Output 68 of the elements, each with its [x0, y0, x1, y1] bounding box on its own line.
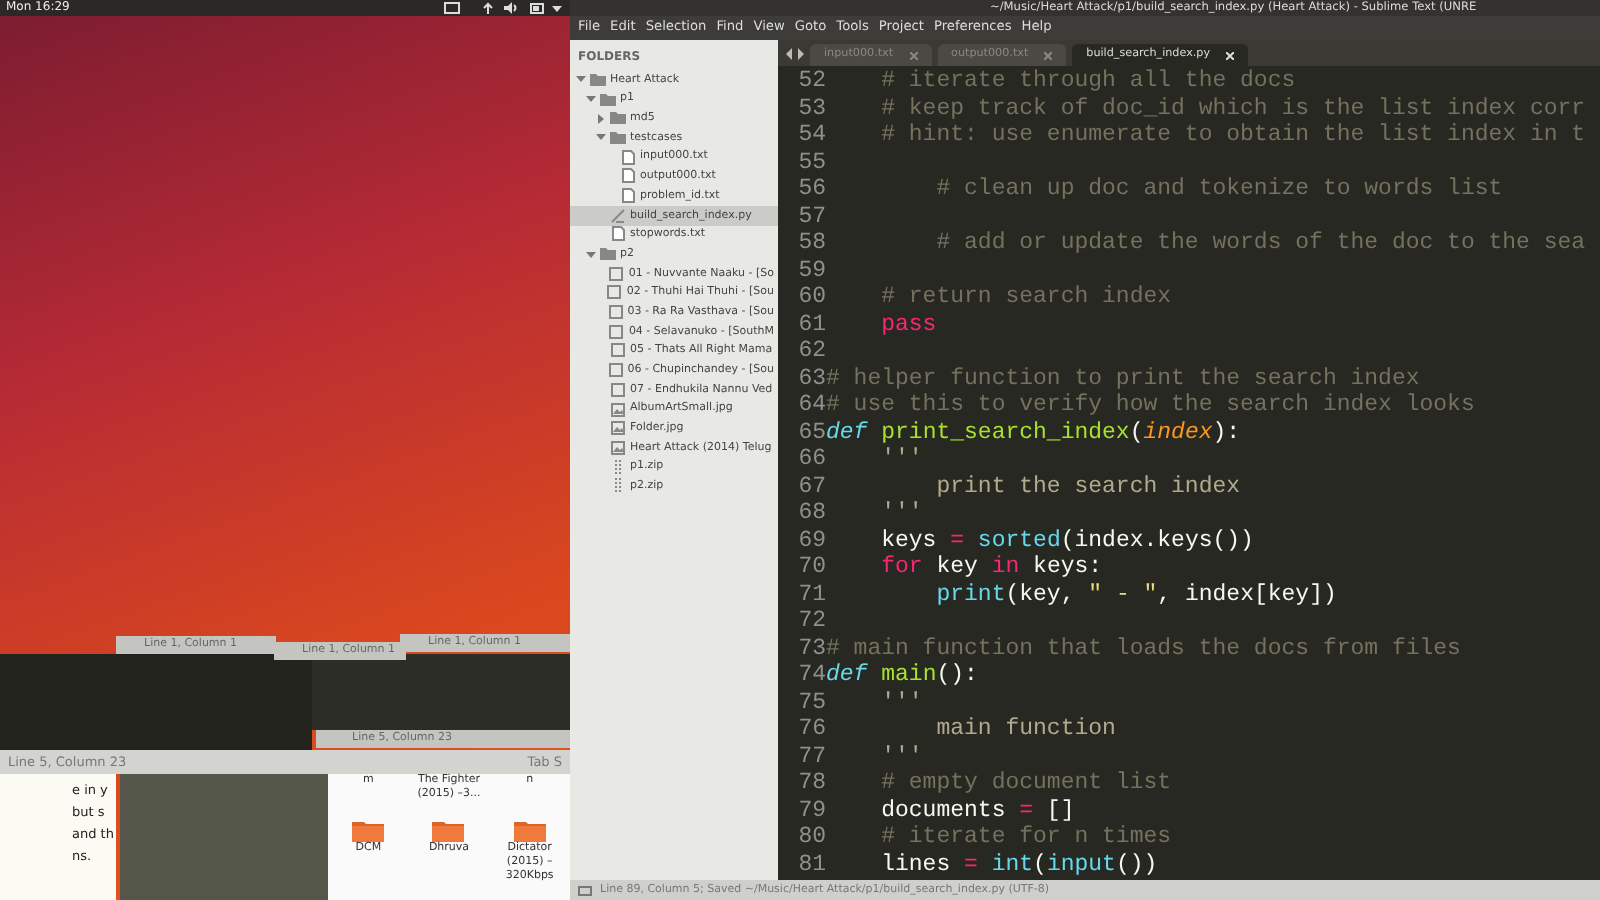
line-number: 69 [796, 527, 826, 554]
line-number: 81 [796, 851, 826, 878]
code-line: # use this to verify how the search index looks [826, 392, 1475, 419]
line-number: 72 [796, 608, 826, 635]
arrow-icon[interactable] [482, 2, 498, 14]
code-line: # iterate for n times [879, 824, 1172, 851]
code-line: # return search index [879, 284, 1172, 311]
code-line: # empty document list [879, 770, 1172, 797]
folder-icon[interactable] [432, 819, 465, 841]
line-number: 77 [796, 743, 826, 770]
line-number: 60 [796, 284, 826, 311]
line-number: 73 [796, 635, 826, 662]
code-line: # keep track of doc_id which is the list index corr [879, 95, 1586, 122]
monitor-icon [578, 885, 592, 895]
code-line: def main(): [826, 662, 978, 689]
code-line: main function [934, 716, 1116, 743]
code-line: ''' [879, 743, 923, 770]
code-line: # clean up doc and tokenize to words list [934, 176, 1503, 203]
folder-icon[interactable] [352, 819, 385, 841]
line-number: 64 [796, 392, 826, 419]
document-icon [610, 226, 626, 243]
line-number: 55 [796, 149, 826, 176]
code-line: print the search index [934, 473, 1241, 500]
line-number: 63 [796, 365, 826, 392]
line-number: 56 [796, 176, 826, 203]
folder-icon [600, 246, 616, 263]
line-number: 54 [796, 122, 826, 149]
line-number: 62 [796, 338, 826, 365]
code-line: ''' [879, 689, 923, 716]
code-line: keys = sorted(index.keys()) [879, 527, 1254, 554]
line-number: 65 [796, 419, 826, 446]
line-number: 52 [796, 68, 826, 95]
code-line: documents = [] [879, 797, 1075, 824]
line-number: 80 [796, 824, 826, 851]
code-line: lines = int(input()) [879, 851, 1158, 878]
line-number: 70 [796, 554, 826, 581]
line-number: 58 [796, 230, 826, 257]
code-line: # iterate through all the docs [879, 68, 1296, 95]
scroll-arrows-icon[interactable] [786, 47, 804, 59]
line-number: 59 [796, 257, 826, 284]
caret-icon[interactable] [552, 2, 568, 14]
code-line: for key in keys: [879, 554, 1103, 581]
line-number: 79 [796, 797, 826, 824]
code-line: pass [879, 311, 937, 338]
line-number: 66 [796, 446, 826, 473]
code-line: # add or update the words of the doc to the sea [934, 230, 1586, 257]
code-line: # hint: use enumerate to obtain the list index in t [879, 122, 1586, 149]
display-icon[interactable] [444, 2, 460, 14]
line-number: 74 [796, 662, 826, 689]
line-number: 61 [796, 311, 826, 338]
code-line: ''' [879, 446, 923, 473]
line-number: 76 [796, 716, 826, 743]
line-number: 53 [796, 95, 826, 122]
line-number: 57 [796, 203, 826, 230]
code-line: # main function that loads the docs from files [826, 635, 1461, 662]
folder-icon[interactable] [513, 819, 546, 841]
battery-icon[interactable] [530, 2, 546, 14]
code-line: ''' [879, 500, 923, 527]
line-number: 67 [796, 473, 826, 500]
line-number: 78 [796, 770, 826, 797]
line-number: 75 [796, 689, 826, 716]
line-number: 71 [796, 581, 826, 608]
code-line: def print_search_index(index): [826, 419, 1241, 446]
code-line: # helper function to print the search index [826, 365, 1420, 392]
script-icon [610, 207, 626, 224]
volume-icon[interactable] [504, 2, 520, 14]
line-number: 68 [796, 500, 826, 527]
code-line: print(key, " - ", index[key]) [934, 581, 1337, 608]
